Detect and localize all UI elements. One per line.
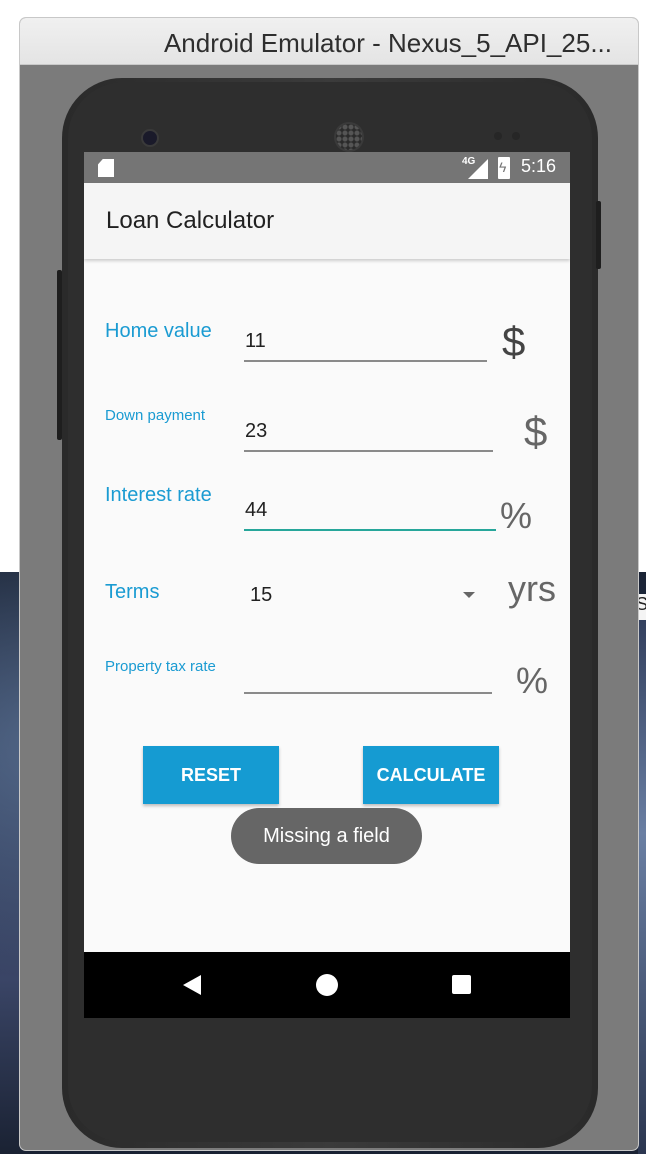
power-button[interactable] <box>596 201 601 269</box>
network-type: 4G <box>462 156 476 167</box>
down-payment-label: Down payment <box>105 407 206 424</box>
terms-spinner[interactable] <box>244 572 484 618</box>
recents-icon[interactable] <box>452 975 471 994</box>
status-clock: 5:16 <box>521 156 557 176</box>
interest-rate-label: Interest rate <box>105 484 212 506</box>
status-bar: 4G 5:16 <box>84 152 570 183</box>
property-tax-rate-label: Property tax rate <box>105 658 216 675</box>
property-tax-rate-input[interactable] <box>244 660 492 694</box>
back-icon[interactable] <box>183 975 201 995</box>
sd-card-icon <box>98 159 114 177</box>
battery-charging-icon <box>498 157 510 179</box>
light-sensor <box>512 132 520 140</box>
reset-button[interactable]: RESET <box>143 746 279 804</box>
terms-selected-value: 15 <box>250 584 273 606</box>
window-titlebar[interactable]: Android Emulator - Nexus_5_API_25... <box>20 18 638 65</box>
terms-unit: yrs <box>508 568 556 609</box>
app-bar: Loan Calculator <box>84 183 570 259</box>
interest-rate-unit: % <box>500 495 533 536</box>
interest-rate-input[interactable] <box>244 497 496 531</box>
calculate-button[interactable]: CALCULATE <box>363 746 499 804</box>
terms-label: Terms <box>105 581 160 603</box>
dropdown-arrow-icon <box>463 592 475 598</box>
background-window-strip <box>638 620 646 1154</box>
home-value-label: Home value <box>105 320 212 342</box>
navigation-bar <box>84 952 570 1018</box>
window-title: Android Emulator - Nexus_5_API_25... <box>163 28 612 58</box>
home-icon[interactable] <box>316 974 338 996</box>
volume-button[interactable] <box>57 270 62 440</box>
home-value-unit: $ <box>502 318 526 365</box>
home-value-input[interactable] <box>244 328 487 362</box>
front-camera <box>143 131 157 145</box>
toast-message: Missing a field <box>231 808 422 864</box>
property-tax-rate-unit: % <box>516 660 549 701</box>
app-title: Loan Calculator <box>106 207 275 234</box>
earpiece-speaker <box>336 124 362 150</box>
down-payment-unit: $ <box>524 408 548 455</box>
down-payment-input[interactable] <box>244 418 493 452</box>
device-screen: 4G 5:16 Loan Calculator Home value $ Dow… <box>84 152 570 1018</box>
proximity-sensor <box>494 132 502 140</box>
